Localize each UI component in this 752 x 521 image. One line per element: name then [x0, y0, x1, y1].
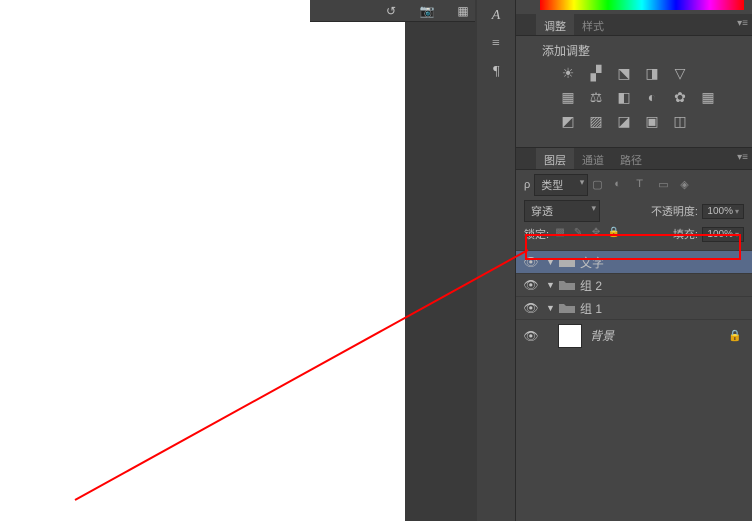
- folder-icon: [558, 301, 576, 315]
- layer-row-group2[interactable]: 👁 ▼ 组 2: [516, 273, 752, 296]
- fill-input[interactable]: 100%: [702, 227, 744, 242]
- expand-arrow-icon[interactable]: ▼: [546, 303, 558, 313]
- selective-color-icon[interactable]: ◫: [670, 113, 690, 131]
- layer-row-text-group[interactable]: 👁 ▼ 文字: [516, 250, 752, 273]
- layer-name[interactable]: 组 2: [580, 277, 602, 294]
- layer-thumbnail[interactable]: [558, 324, 582, 348]
- tab-styles[interactable]: 样式: [574, 14, 612, 35]
- lookup-icon[interactable]: ▦: [698, 89, 718, 107]
- layer-controls: ρ 类型 ▢ ◐ T ▭ ◈ 穿透 不透明度: 100% 锁定: ▩: [516, 170, 752, 250]
- filter-type-icon[interactable]: T: [636, 178, 652, 192]
- gradient-map-icon[interactable]: ▣: [642, 113, 662, 131]
- tool-icon-b[interactable]: ≡: [484, 32, 508, 56]
- color-spectrum[interactable]: [540, 0, 744, 10]
- layer-name[interactable]: 背景: [590, 327, 614, 344]
- lock-position-icon[interactable]: ✥: [589, 227, 603, 241]
- vertical-toolbar: A ≡ ¶: [477, 0, 515, 521]
- vibrance-icon[interactable]: ▽: [670, 65, 690, 83]
- tab-layers[interactable]: 图层: [536, 148, 574, 169]
- layer-name[interactable]: 组 1: [580, 300, 602, 317]
- exposure-icon[interactable]: ◨: [642, 65, 662, 83]
- folder-icon: [558, 278, 576, 292]
- kind-label: ρ: [524, 179, 530, 191]
- levels-icon[interactable]: ▞: [586, 65, 606, 83]
- lock-all-icon[interactable]: 🔒: [607, 227, 621, 241]
- canvas-overflow: [405, 0, 477, 521]
- canvas[interactable]: [0, 0, 405, 521]
- options-bar-fragment: ↺ 📷 ▦: [310, 0, 475, 22]
- opacity-label: 不透明度:: [651, 203, 698, 219]
- visibility-eye-icon[interactable]: 👁: [516, 329, 546, 343]
- expand-arrow-icon[interactable]: ▼: [546, 280, 558, 290]
- layers-tabs: 图层 通道 路径 ▾≡: [516, 148, 752, 170]
- visibility-eye-icon[interactable]: 👁: [516, 278, 546, 292]
- lock-label: 锁定:: [524, 226, 549, 242]
- tab-channels[interactable]: 通道: [574, 148, 612, 169]
- grid-icon[interactable]: ▦: [455, 4, 471, 18]
- curves-icon[interactable]: ⬔: [614, 65, 634, 83]
- lock-icon[interactable]: 🔒: [728, 329, 742, 342]
- channel-mixer-icon[interactable]: ✿: [670, 89, 690, 107]
- adjustments-panel-tabs: 调整 样式 ▾≡: [516, 14, 752, 36]
- brightness-icon[interactable]: ☀: [558, 65, 578, 83]
- visibility-eye-icon[interactable]: 👁: [516, 255, 546, 269]
- opacity-input[interactable]: 100%: [702, 204, 744, 219]
- layer-name[interactable]: 文字: [580, 254, 604, 271]
- kind-dropdown[interactable]: 类型: [534, 174, 588, 196]
- balance-icon[interactable]: ⚖: [586, 89, 606, 107]
- camera-icon[interactable]: 📷: [419, 4, 435, 18]
- tab-adjustments[interactable]: 调整: [536, 14, 574, 35]
- lock-paint-icon[interactable]: ✎: [571, 227, 585, 241]
- filter-pixel-icon[interactable]: ▢: [592, 178, 608, 192]
- photo-filter-icon[interactable]: ◐: [642, 89, 662, 107]
- folder-icon: [558, 255, 576, 269]
- filter-smart-icon[interactable]: ◈: [680, 178, 696, 192]
- expand-arrow-icon[interactable]: ▼: [546, 257, 558, 267]
- visibility-eye-icon[interactable]: 👁: [516, 301, 546, 315]
- invert-icon[interactable]: ◩: [558, 113, 578, 131]
- tab-paths[interactable]: 路径: [612, 148, 650, 169]
- adjustments-title: 添加调整: [542, 42, 744, 59]
- filter-adjust-icon[interactable]: ◐: [614, 178, 630, 192]
- right-panels: 调整 样式 ▾≡ 添加调整 ☀ ▞ ⬔ ◨ ▽ ▦ ⚖ ◧ ◐ ✿ ▦ ◩ ▨ …: [515, 0, 752, 521]
- threshold-icon[interactable]: ◪: [614, 113, 634, 131]
- layers-list: 👁 ▼ 文字 👁 ▼ 组 2 👁 ▼ 组 1 👁 背景: [516, 250, 752, 351]
- panel-menu-icon[interactable]: ▾≡: [737, 18, 748, 29]
- reset-icon[interactable]: ↺: [383, 4, 399, 18]
- lock-transparent-icon[interactable]: ▩: [553, 227, 567, 241]
- fill-label: 填充:: [673, 226, 698, 242]
- layer-row-background[interactable]: 👁 背景 🔒: [516, 319, 752, 351]
- hue-icon[interactable]: ▦: [558, 89, 578, 107]
- tool-icon-a[interactable]: A: [484, 4, 508, 28]
- blend-mode-dropdown[interactable]: 穿透: [524, 200, 600, 222]
- layers-panel: 图层 通道 路径 ▾≡ ρ 类型 ▢ ◐ T ▭ ◈ 穿透 不透明度:: [516, 147, 752, 351]
- bw-icon[interactable]: ◧: [614, 89, 634, 107]
- adjustments-panel: 添加调整 ☀ ▞ ⬔ ◨ ▽ ▦ ⚖ ◧ ◐ ✿ ▦ ◩ ▨ ◪ ▣ ◫: [516, 36, 752, 147]
- filter-shape-icon[interactable]: ▭: [658, 178, 674, 192]
- posterize-icon[interactable]: ▨: [586, 113, 606, 131]
- paragraph-icon[interactable]: ¶: [484, 60, 508, 84]
- layer-row-group1[interactable]: 👁 ▼ 组 1: [516, 296, 752, 319]
- layers-menu-icon[interactable]: ▾≡: [737, 152, 748, 163]
